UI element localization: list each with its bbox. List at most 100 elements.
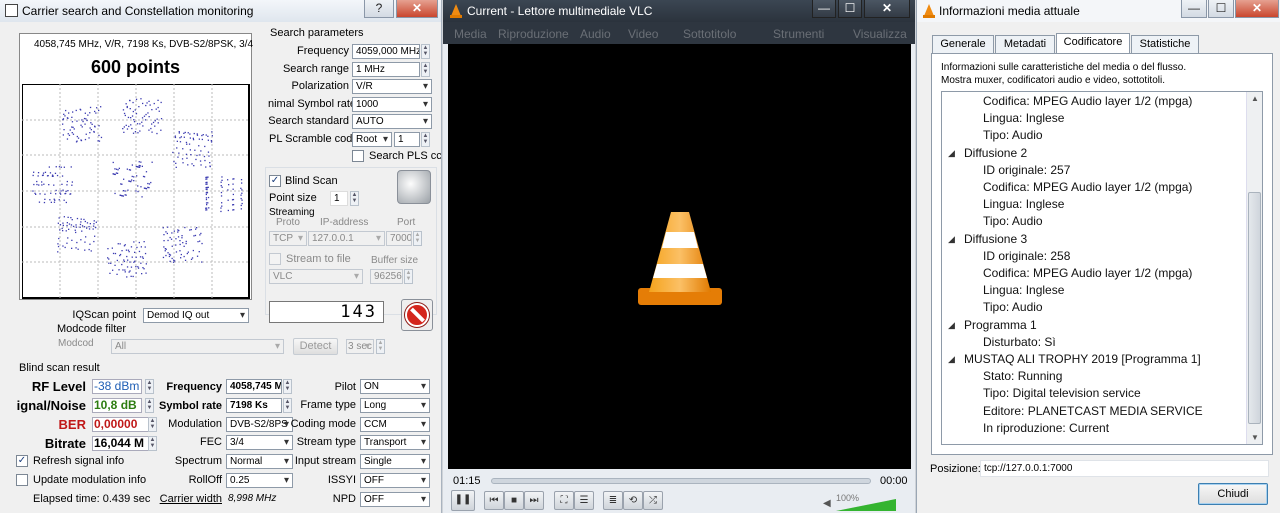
pause-button[interactable]: ❚❚ [451,490,475,511]
search-range-input[interactable]: 1 MHz [352,62,420,77]
stop-scan-button[interactable] [401,299,433,331]
blind-scan-checkbox[interactable]: ✓ [269,175,281,187]
input-stream-select[interactable]: Single [360,454,430,469]
npd-select[interactable]: OFF [360,492,430,507]
frequency-input[interactable]: 4059,000 MHz [352,44,420,59]
tree-expand-icon[interactable]: ◢ [948,320,955,331]
tree-leaf[interactable]: Lingua: Inglese [983,197,1064,211]
tree-leaf[interactable]: Disturbato: Sì [983,335,1056,349]
tree-leaf[interactable]: Tipo: Audio [983,128,1043,142]
tree-leaf[interactable]: Lingua: Inglese [983,111,1064,125]
tree-leaf[interactable]: ID originale: 257 [983,163,1070,177]
frame-type-select[interactable]: Long [360,398,430,413]
buffer-size-spinner[interactable]: ▲ ▼ [404,269,413,284]
coding-mode-select[interactable]: CCM [360,417,430,432]
extended-settings-button[interactable]: ☰ [574,491,594,510]
vlc-maximize-button[interactable]: ☐ [838,0,862,18]
point-size-spinner[interactable]: ▲ ▼ [350,191,359,206]
search-range-spinner[interactable]: ▲ ▼ [421,62,430,77]
port-spinner[interactable]: ▲ ▼ [413,231,422,246]
vlc-menu-item[interactable]: Strumenti [773,27,824,41]
point-size-input[interactable]: 1 [330,191,348,206]
player-select[interactable]: VLC [269,269,363,284]
vlc-menu-item[interactable]: Riproduzione [498,27,569,41]
vlc-menu-item[interactable]: Video [628,27,658,41]
tree-leaf[interactable]: Stato: Running [983,369,1062,383]
tree-node[interactable]: MUSTAQ ALI TROPHY 2019 [Programma 1] [964,352,1201,366]
tree-expand-icon[interactable]: ◢ [948,234,955,245]
pl-scramble-spinner[interactable]: ▲ ▼ [421,132,430,147]
update-modulation-checkbox[interactable] [16,474,28,486]
tree-leaf[interactable]: In riproduzione: Current [983,421,1109,435]
buffer-size-input[interactable]: 96256 [370,269,403,284]
tree-leaf[interactable]: Tipo: Digital television service [983,386,1141,400]
info-minimize-button[interactable]: — [1181,0,1207,18]
video-area[interactable] [448,44,911,469]
carrier-width-label[interactable]: Carrier width [150,493,222,505]
loop-button[interactable]: ⟲ [623,491,643,510]
tree-leaf[interactable]: Tipo: Audio [983,214,1043,228]
proto-select[interactable]: TCP [269,231,307,246]
tree-leaf[interactable]: Codifica: MPEG Audio layer 1/2 (mpga) [983,266,1192,280]
tree-leaf[interactable]: Lingua: Inglese [983,283,1064,297]
tree-expand-icon[interactable]: ◢ [948,148,955,159]
vlc-menu-item[interactable]: Visualizza [853,27,907,41]
codec-tree[interactable]: Codifica: MPEG Audio layer 1/2 (mpga) Lin… [941,91,1263,445]
tree-leaf[interactable]: Codifica: MPEG Audio layer 1/2 (mpga) [983,94,1192,108]
tree-leaf[interactable]: Codifica: MPEG Audio layer 1/2 (mpga) [983,180,1192,194]
tree-leaf[interactable]: Tipo: Audio [983,300,1043,314]
tree-expand-icon[interactable]: ◢ [948,354,955,365]
volume-slider[interactable] [836,498,898,512]
min-symbol-rate-select[interactable]: 1000 [352,97,432,112]
speaker-icon[interactable]: ◀ [823,498,833,509]
frequency-spinner[interactable]: ▲ ▼ [421,44,430,59]
detect-button[interactable]: Detect [293,338,338,355]
detect-time-select[interactable]: 3 sec [346,339,374,354]
info-close-button[interactable]: ✕ [1235,0,1279,18]
tab-metadati[interactable]: Metadati [995,35,1055,54]
refresh-signal-checkbox[interactable]: ✓ [16,455,28,467]
vlc-menu-item[interactable]: Media [454,27,487,41]
scrollbar-thumb[interactable] [1248,192,1261,424]
polarization-select[interactable]: V/R [352,79,432,94]
stop-button[interactable]: ■ [504,491,524,510]
playlist-button[interactable]: ≣ [603,491,623,510]
detect-time-spinner[interactable]: ▲ ▼ [376,339,385,354]
help-button[interactable]: ? [364,0,394,18]
stream-type-select[interactable]: Transport [360,435,430,450]
tree-scrollbar[interactable]: ▲ ▼ [1246,92,1262,444]
close-dialog-button[interactable]: Chiudi [1198,483,1268,505]
vlc-close-button[interactable]: ✕ [864,0,910,18]
ip-address-select[interactable]: 127.0.0.1 [308,231,385,246]
pl-scramble-input[interactable]: 1 [394,132,420,147]
tree-leaf[interactable]: ID originale: 258 [983,249,1070,263]
spectrum-select[interactable]: Normal [226,454,293,469]
tree-node[interactable]: Programma 1 [964,318,1037,332]
close-button[interactable]: ✕ [396,0,438,18]
modcode-select[interactable]: All [111,339,284,354]
satellite-icon[interactable] [397,170,431,204]
stream-to-file-checkbox[interactable] [269,253,281,265]
search-pls-checkbox[interactable] [352,150,364,162]
modulation-select[interactable]: DVB-S2/8PS [226,417,293,432]
issyi-select[interactable]: OFF [360,473,430,488]
vlc-menu-item[interactable]: Audio [580,27,611,41]
previous-button[interactable]: ⏮ [484,491,504,510]
tree-node[interactable]: Diffusione 2 [964,146,1027,160]
pilot-select[interactable]: ON [360,379,430,394]
port-input[interactable]: 7000 [386,231,412,246]
tab-generale[interactable]: Generale [932,35,994,54]
shuffle-button[interactable]: ⤮ [643,491,663,510]
next-button[interactable]: ⏭ [524,491,544,510]
fec-select[interactable]: 3/4 [226,435,293,450]
vlc-minimize-button[interactable]: — [812,0,836,18]
iqscan-select[interactable]: Demod IQ out [143,308,249,323]
vlc-menu-item[interactable]: Sottotitolo [683,27,736,41]
search-standard-select[interactable]: AUTO [352,114,432,129]
tab-codificatore[interactable]: Codificatore [1056,33,1130,54]
seek-bar[interactable] [491,478,871,484]
position-input[interactable]: tcp://127.0.0.1:7000 [980,460,1269,477]
info-maximize-button[interactable]: ☐ [1208,0,1234,18]
fullscreen-button[interactable]: ⛶ [554,491,574,510]
tree-leaf[interactable]: Editore: PLANETCAST MEDIA SERVICE [983,404,1203,418]
